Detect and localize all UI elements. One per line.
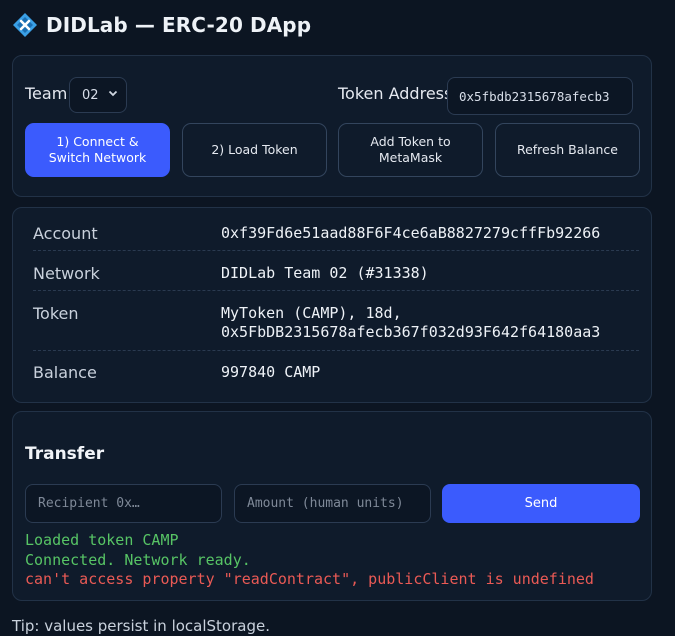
- transfer-title: Transfer: [25, 444, 105, 464]
- token-address-input[interactable]: 0x5fbdb2315678afecb3: [447, 77, 633, 115]
- diamond-cross-icon: [12, 12, 38, 38]
- chevron-down-icon: [108, 88, 118, 101]
- log-line-success: Connected. Network ready.: [25, 550, 251, 569]
- status-log: Loaded token CAMP Connected. Network rea…: [25, 531, 594, 590]
- token-label: Token: [33, 304, 79, 323]
- transfer-card: Transfer Send Loaded token CAMP Connecte…: [12, 411, 652, 601]
- network-value: DIDLab Team 02 (#31338): [221, 264, 429, 282]
- info-card: Account 0xf39Fd6e51aad88F6F4ce6aB8827279…: [12, 207, 652, 403]
- token-address-label: Token Address: [338, 84, 453, 103]
- info-row-account: Account 0xf39Fd6e51aad88F6F4ce6aB8827279…: [33, 224, 639, 251]
- info-row-balance: Balance 997840 CAMP: [33, 363, 639, 390]
- account-label: Account: [33, 224, 98, 243]
- team-select[interactable]: 02: [69, 77, 127, 113]
- team-select-value: 02: [82, 87, 99, 103]
- send-button[interactable]: Send: [442, 484, 640, 523]
- page-title: DIDLab — ERC-20 DApp: [46, 13, 312, 37]
- log-line-error: can't access property "readContract", pu…: [25, 570, 594, 588]
- token-value: MyToken (CAMP), 18d, 0x5FbDB2315678afecb…: [221, 304, 600, 342]
- refresh-balance-button[interactable]: Refresh Balance: [495, 123, 640, 177]
- app-header: DIDLab — ERC-20 DApp: [12, 10, 311, 40]
- connect-button[interactable]: 1) Connect & Switch Network: [25, 123, 170, 177]
- recipient-input[interactable]: [25, 484, 222, 523]
- amount-input[interactable]: [234, 484, 431, 523]
- balance-label: Balance: [33, 363, 97, 382]
- token-value-line2: 0x5FbDB2315678afecb367f032d93F642f64180a…: [221, 323, 601, 341]
- footer-tip: Tip: values persist in localStorage.: [12, 617, 270, 635]
- info-row-network: Network DIDLab Team 02 (#31338): [33, 264, 639, 291]
- balance-value: 997840 CAMP: [221, 363, 321, 381]
- info-row-token: Token MyToken (CAMP), 18d, 0x5FbDB231567…: [33, 304, 639, 351]
- network-label: Network: [33, 264, 100, 283]
- load-token-button[interactable]: 2) Load Token: [182, 123, 327, 177]
- add-to-metamask-button[interactable]: Add Token to MetaMask: [338, 123, 483, 177]
- account-value: 0xf39Fd6e51aad88F6F4ce6aB8827279cffFb922…: [221, 224, 601, 242]
- controls-card: Team 02 Token Address 0x5fbdb2315678afec…: [12, 55, 652, 197]
- team-label: Team: [25, 84, 68, 103]
- log-line-success: Loaded token CAMP: [25, 531, 179, 549]
- token-value-line1: MyToken (CAMP), 18d,: [221, 304, 402, 322]
